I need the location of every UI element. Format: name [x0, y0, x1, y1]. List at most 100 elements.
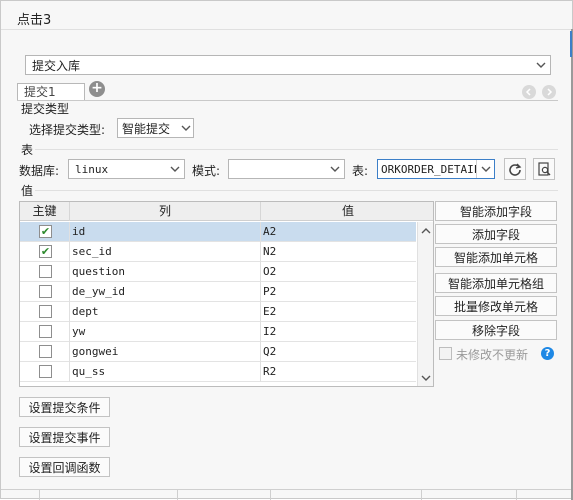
prev-tab-icon[interactable]	[522, 85, 536, 99]
submit-type-heading: 提交类型	[21, 102, 70, 116]
value-cell[interactable]: A2	[261, 222, 416, 242]
dialog-title: 点击3	[17, 13, 52, 28]
table-label: 表:	[352, 164, 369, 178]
key-cell	[20, 322, 70, 342]
add-tab-icon[interactable]: +	[89, 81, 105, 97]
primary-key-checkbox[interactable]	[39, 285, 52, 298]
value-cell[interactable]: P2	[261, 282, 416, 302]
table-scrollbar[interactable]	[417, 222, 433, 386]
background-grid-line	[177, 489, 178, 500]
checkmark-icon: ✔	[40, 225, 51, 238]
value-cell[interactable]: R2	[261, 362, 416, 382]
smart-add-field-button[interactable]: 智能添加字段	[435, 201, 557, 221]
values-heading: 值	[21, 184, 34, 198]
database-value: linux	[75, 162, 109, 176]
next-tab-icon[interactable]	[542, 85, 556, 99]
background-grid-line	[270, 489, 271, 500]
table-heading: 表	[21, 143, 34, 157]
submit-type-value: 智能提交	[122, 121, 171, 136]
submit-type-select[interactable]: 智能提交	[117, 118, 194, 138]
add-field-button[interactable]: 添加字段	[435, 224, 557, 244]
table-select[interactable]: ORKORDER_DETAIL	[377, 159, 495, 179]
remove-field-button[interactable]: 移除字段	[435, 320, 557, 340]
table-row[interactable]: qu_ss R2	[20, 362, 416, 382]
column-name-cell[interactable]: yw	[70, 322, 261, 342]
schema-select[interactable]	[228, 159, 345, 179]
primary-key-checkbox[interactable]: ✔	[39, 245, 52, 258]
column-header-column[interactable]: 列	[70, 202, 261, 221]
table-row[interactable]: de_yw_id P2	[20, 282, 416, 302]
table-row[interactable]: ✔ sec_id N2	[20, 242, 416, 262]
chevron-down-icon	[166, 160, 184, 178]
dialog-window: 点击3 提交入库 提交1 + 提交类型 选择提交类型: 智能提交 表 数据库: …	[0, 0, 573, 500]
table-header: 主键 列 值	[20, 202, 433, 221]
primary-key-checkbox[interactable]	[39, 365, 52, 378]
refresh-icon[interactable]	[504, 158, 526, 180]
set-submit-event-button[interactable]: 设置提交事件	[19, 427, 110, 447]
set-submit-condition-button[interactable]: 设置提交条件	[19, 397, 110, 417]
batch-edit-cell-button[interactable]: 批量修改单元格	[435, 296, 557, 316]
background-grid-line	[516, 489, 517, 500]
checkmark-icon: ✔	[40, 245, 51, 258]
column-header-key[interactable]: 主键	[20, 202, 70, 221]
chevron-down-icon	[179, 119, 193, 137]
key-cell	[20, 282, 70, 302]
values-divider	[35, 190, 558, 191]
key-cell: ✔	[20, 222, 70, 242]
tab-submit-1[interactable]: 提交1	[17, 83, 85, 101]
submit-type-label: 选择提交类型:	[29, 123, 106, 137]
key-cell	[20, 262, 70, 282]
primary-key-checkbox[interactable]	[39, 265, 52, 278]
tab-divider	[17, 100, 558, 101]
primary-key-checkbox[interactable]	[39, 305, 52, 318]
no-update-checkbox[interactable]	[439, 347, 452, 360]
smart-add-cell-group-button[interactable]: 智能添加单元格组	[435, 273, 557, 293]
submit-mode-value: 提交入库	[32, 58, 81, 73]
table-row[interactable]: dept E2	[20, 302, 416, 322]
background-grid-line	[421, 489, 422, 500]
table-value: ORKORDER_DETAIL	[381, 162, 477, 176]
column-name-cell[interactable]: question	[70, 262, 261, 282]
background-grid-line	[39, 489, 40, 500]
table-divider	[35, 149, 558, 150]
chevron-down-icon	[532, 56, 550, 74]
column-name-cell[interactable]: sec_id	[70, 242, 261, 262]
database-label: 数据库:	[19, 164, 60, 178]
chevron-down-icon	[476, 160, 494, 178]
window-edge-accent	[570, 31, 572, 57]
smart-add-cell-button[interactable]: 智能添加单元格	[435, 247, 557, 267]
column-header-value[interactable]: 值	[261, 202, 433, 221]
table-row[interactable]: ✔ id A2	[20, 222, 416, 242]
fields-table: 主键 列 值 ✔ id A2 ✔ sec_id N2 question O2 de_yw_id P…	[19, 201, 434, 387]
column-name-cell[interactable]: dept	[70, 302, 261, 322]
value-cell[interactable]: Q2	[261, 342, 416, 362]
preview-search-icon[interactable]	[533, 158, 555, 180]
chevron-down-icon	[326, 160, 344, 178]
value-cell[interactable]: I2	[261, 322, 416, 342]
value-cell[interactable]: E2	[261, 302, 416, 322]
column-name-cell[interactable]: de_yw_id	[70, 282, 261, 302]
key-cell	[20, 342, 70, 362]
set-callback-button[interactable]: 设置回调函数	[19, 457, 110, 477]
database-select[interactable]: linux	[68, 159, 185, 179]
submit-mode-select[interactable]: 提交入库	[25, 55, 551, 75]
column-name-cell[interactable]: qu_ss	[70, 362, 261, 382]
column-name-cell[interactable]: id	[70, 222, 261, 242]
help-icon[interactable]: ?	[541, 347, 554, 360]
primary-key-checkbox[interactable]	[39, 325, 52, 338]
table-row[interactable]: yw I2	[20, 322, 416, 342]
background-grid-line	[1, 489, 571, 490]
table-row[interactable]: gongwei Q2	[20, 342, 416, 362]
no-update-label: 未修改不更新	[456, 348, 529, 362]
key-cell	[20, 362, 70, 382]
table-row[interactable]: question O2	[20, 262, 416, 282]
primary-key-checkbox[interactable]: ✔	[39, 225, 52, 238]
schema-label: 模式:	[192, 164, 221, 178]
title-divider	[1, 29, 571, 30]
key-cell: ✔	[20, 242, 70, 262]
column-name-cell[interactable]: gongwei	[70, 342, 261, 362]
key-cell	[20, 302, 70, 322]
value-cell[interactable]: N2	[261, 242, 416, 262]
primary-key-checkbox[interactable]	[39, 345, 52, 358]
value-cell[interactable]: O2	[261, 262, 416, 282]
